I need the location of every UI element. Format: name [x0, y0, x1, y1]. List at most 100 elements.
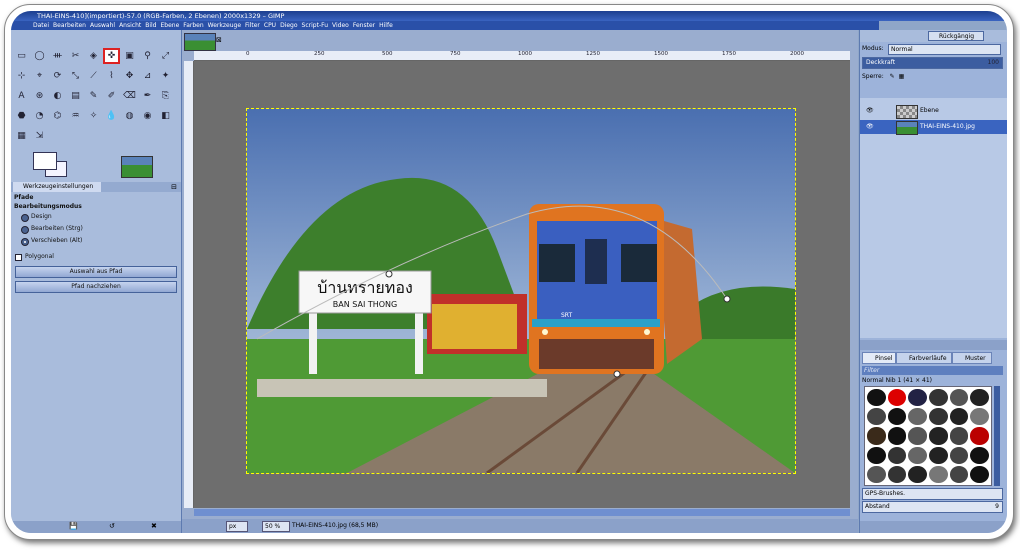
restore-options-icon[interactable]: ↺: [109, 522, 115, 530]
tab-brushes[interactable]: Pinsel: [862, 352, 896, 364]
menu-item-11[interactable]: Script-Fu: [302, 22, 329, 29]
tool-icon[interactable]: ⚲: [141, 50, 154, 62]
opacity-slider[interactable]: Deckkraft 100: [862, 57, 1003, 69]
brush-swatch-icon[interactable]: [887, 427, 907, 445]
tool-icon[interactable]: ⌫: [123, 90, 136, 102]
image-tab-thumbnail[interactable]: [184, 33, 216, 51]
tool-icon[interactable]: ✜: [103, 48, 120, 64]
close-icon[interactable]: ⊟: [171, 183, 177, 191]
brush-swatch-icon[interactable]: [887, 408, 907, 426]
brush-swatch-icon[interactable]: [908, 446, 927, 464]
brush-swatch-icon[interactable]: [949, 389, 969, 407]
menu-item-5[interactable]: Ebene: [161, 22, 180, 29]
brush-scrollbar[interactable]: [994, 386, 1000, 486]
image-canvas[interactable]: บ้านทรายทอง BAN SAI THONG SRT: [246, 108, 796, 474]
menu-item-13[interactable]: Fenster: [353, 22, 375, 29]
tool-icon[interactable]: ⌬: [51, 110, 64, 122]
brush-grid[interactable]: [864, 386, 992, 486]
horizontal-scrollbar[interactable]: [194, 509, 850, 516]
brush-swatch-icon[interactable]: [867, 446, 886, 464]
selection-from-path-button[interactable]: Auswahl aus Pfad: [15, 266, 177, 278]
undo-history-tab[interactable]: Rückgängig: [928, 31, 984, 41]
tool-icon[interactable]: ✎: [87, 90, 100, 102]
menu-item-8[interactable]: Filter: [245, 22, 260, 29]
tool-icon[interactable]: ✒: [141, 90, 154, 102]
mode-edit-radio[interactable]: Bearbeiten (Strg): [11, 223, 181, 235]
tab-gradients[interactable]: Farbverläufe: [896, 352, 952, 364]
tool-icon[interactable]: ᚒ: [51, 50, 64, 62]
save-options-icon[interactable]: 💾: [69, 522, 78, 530]
brush-swatch-icon[interactable]: [970, 465, 989, 483]
menu-item-2[interactable]: Auswahl: [90, 22, 115, 29]
visibility-eye-icon[interactable]: 👁: [866, 120, 874, 134]
menu-item-7[interactable]: Werkzeuge: [208, 22, 241, 29]
brush-swatch-icon[interactable]: [928, 446, 948, 464]
brush-swatch-icon[interactable]: [867, 427, 886, 445]
brush-swatch-icon[interactable]: [867, 389, 886, 407]
stroke-path-button[interactable]: Pfad nachziehen: [15, 281, 177, 293]
tool-icon[interactable]: ▣: [123, 50, 136, 62]
brush-swatch-icon[interactable]: [867, 465, 886, 483]
tool-icon[interactable]: ◐: [51, 90, 64, 102]
menu-item-4[interactable]: Bild: [145, 22, 156, 29]
menu-item-14[interactable]: Hilfe: [379, 22, 393, 29]
tool-icon[interactable]: ⊹: [15, 70, 28, 82]
brush-swatch-icon[interactable]: [908, 465, 927, 483]
tool-icon[interactable]: ⟳: [51, 70, 64, 82]
tool-icon[interactable]: 💧: [105, 110, 118, 122]
polygonal-checkbox[interactable]: Polygonal: [11, 251, 181, 263]
close-image-tab-icon[interactable]: ⊠: [216, 36, 222, 44]
brush-swatch-icon[interactable]: [970, 389, 989, 407]
menu-item-9[interactable]: CPU: [264, 22, 276, 29]
brush-swatch-icon[interactable]: [949, 446, 969, 464]
tool-icon[interactable]: ⬣: [15, 110, 28, 122]
brush-swatch-icon[interactable]: [887, 389, 907, 407]
tool-icon[interactable]: ▤: [69, 90, 82, 102]
tool-icon[interactable]: ⤢: [159, 50, 172, 62]
brush-swatch-icon[interactable]: [887, 465, 907, 483]
brush-swatch-icon[interactable]: [949, 465, 969, 483]
tool-icon[interactable]: ✧: [87, 110, 100, 122]
brush-swatch-icon[interactable]: [908, 408, 927, 426]
menu-item-0[interactable]: Datei: [33, 22, 49, 29]
tool-icon[interactable]: ✂: [69, 50, 82, 62]
tool-icon[interactable]: A: [15, 90, 28, 102]
brush-swatch-icon[interactable]: [908, 389, 927, 407]
tool-icon[interactable]: ◧: [159, 110, 172, 122]
tool-icon[interactable]: ⇲: [33, 130, 46, 142]
tool-icon[interactable]: ⌇: [105, 70, 118, 82]
tool-icon[interactable]: ▭: [15, 50, 28, 62]
tool-icon[interactable]: ⌖: [33, 70, 46, 82]
tool-icon[interactable]: ⤡: [69, 70, 82, 82]
brush-swatch-icon[interactable]: [887, 446, 907, 464]
tool-icon[interactable]: ✦: [159, 70, 172, 82]
brush-set-select[interactable]: GPS-Brushes.: [862, 488, 1003, 500]
menu-item-12[interactable]: Video: [332, 22, 349, 29]
layer-row-photo[interactable]: 👁 THAI-EINS-410.jpg: [860, 120, 1007, 135]
brush-swatch-icon[interactable]: [970, 446, 989, 464]
tool-icon[interactable]: ✥: [123, 70, 136, 82]
tool-icon[interactable]: ◉: [141, 110, 154, 122]
brush-swatch-icon[interactable]: [928, 408, 948, 426]
tool-icon[interactable]: ◍: [123, 110, 136, 122]
spacing-field[interactable]: Abstand 9: [862, 501, 1003, 513]
delete-options-icon[interactable]: ✖: [151, 522, 157, 530]
tab-patterns[interactable]: Muster: [952, 352, 992, 364]
tab-tool-options[interactable]: Werkzeugeinstellungen: [13, 182, 101, 192]
visibility-eye-icon[interactable]: 👁: [866, 104, 874, 118]
brush-swatch-icon[interactable]: [928, 465, 948, 483]
lock-pixels-icon[interactable]: ✎: [890, 73, 895, 80]
tool-icon[interactable]: ⊛: [33, 90, 46, 102]
tool-icon[interactable]: ◔: [33, 110, 46, 122]
brush-swatch-icon[interactable]: [970, 408, 989, 426]
brush-swatch-icon[interactable]: [867, 408, 886, 426]
menu-item-1[interactable]: Bearbeiten: [53, 22, 86, 29]
brush-swatch-icon[interactable]: [949, 408, 969, 426]
mode-move-radio[interactable]: Verschieben (Alt): [11, 235, 181, 247]
tool-icon[interactable]: ⎘: [159, 90, 172, 102]
menu-item-3[interactable]: Ansicht: [119, 22, 141, 29]
tool-icon[interactable]: ♒: [69, 110, 82, 122]
brush-swatch-icon[interactable]: [970, 427, 989, 445]
layer-row-ebene[interactable]: 👁 Ebene: [860, 104, 1007, 119]
brush-swatch-icon[interactable]: [949, 427, 969, 445]
